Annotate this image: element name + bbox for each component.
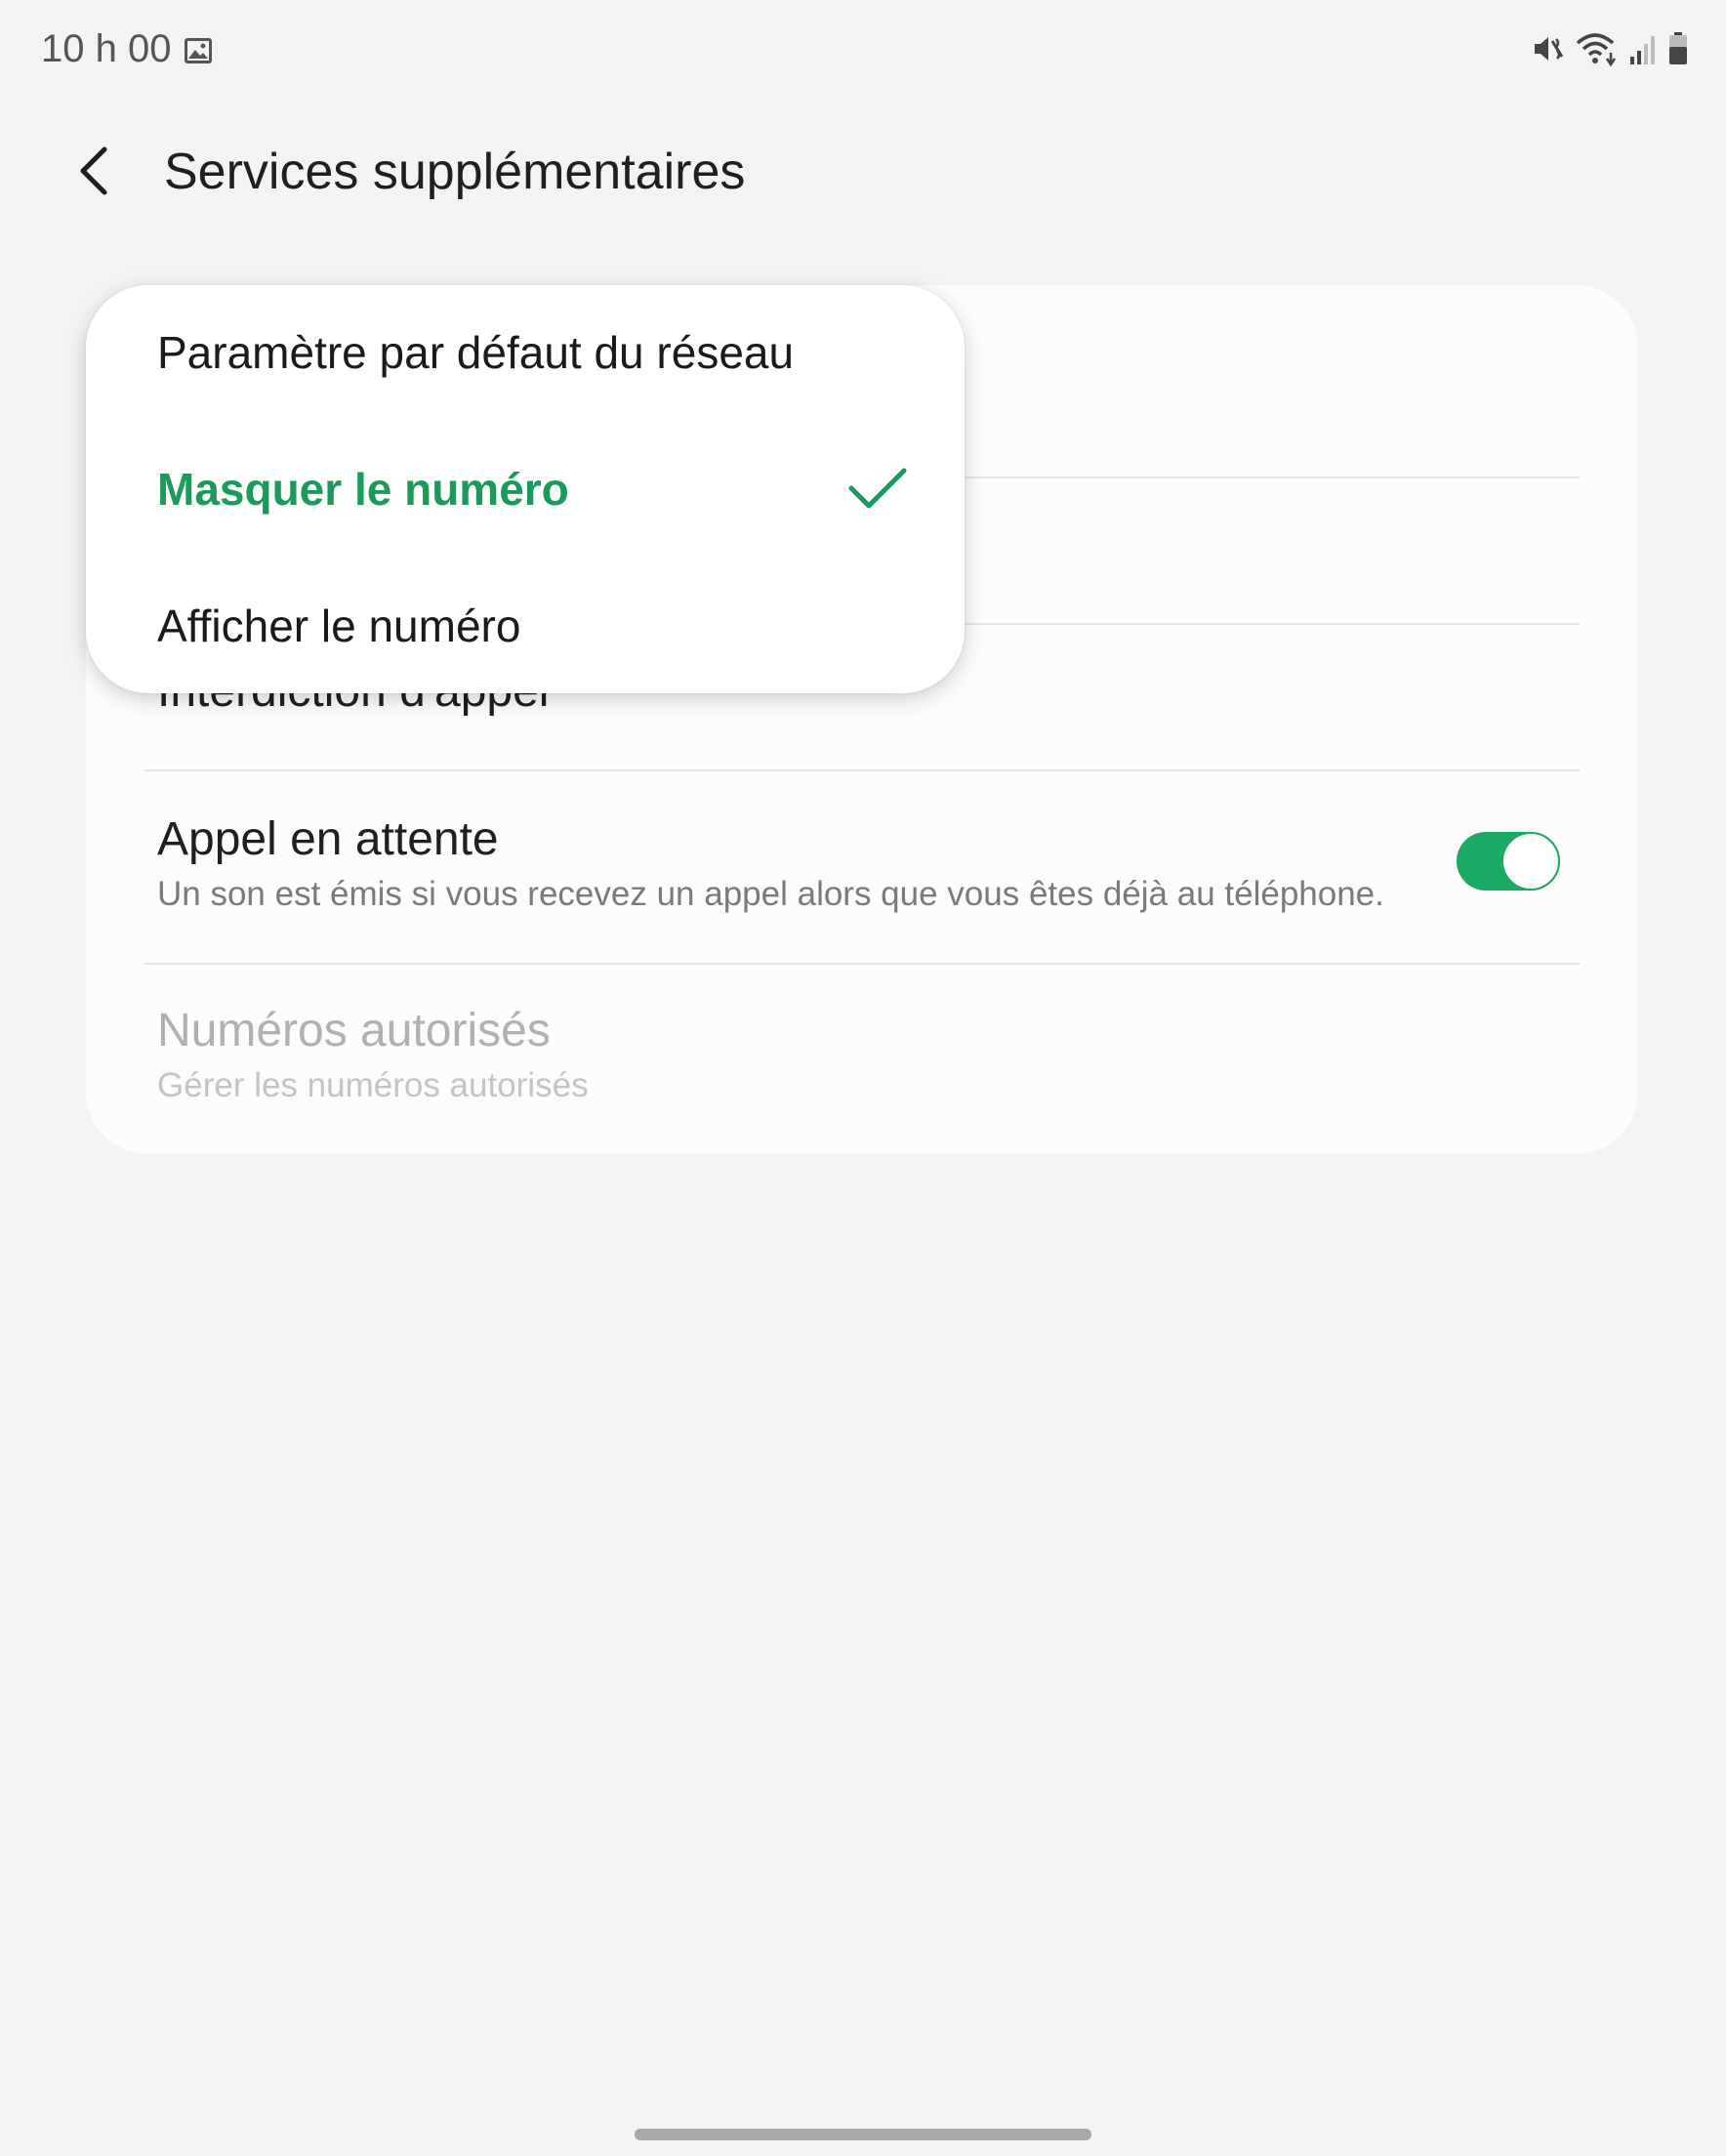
signal-icon xyxy=(1630,36,1655,64)
menu-item-label: Masquer le numéro xyxy=(157,464,569,515)
app-bar: Services supplémentaires xyxy=(0,117,1726,225)
home-indicator[interactable] xyxy=(635,2129,1091,2140)
mute-vibrate-icon xyxy=(1535,37,1564,61)
back-button[interactable] xyxy=(59,137,127,205)
call-waiting-toggle[interactable] xyxy=(1457,832,1560,891)
page-title: Services supplémentaires xyxy=(164,144,746,200)
row-title: Appel en attente xyxy=(157,813,499,865)
caller-id-popup-menu: Paramètre par défaut du réseau Masquer l… xyxy=(86,285,965,693)
row-fixed-dialing[interactable]: Numéros autorisés Gérer les numéros auto… xyxy=(86,965,1638,1154)
toggle-knob xyxy=(1501,832,1560,891)
menu-item-network-default[interactable]: Paramètre par défaut du réseau xyxy=(86,285,965,422)
menu-item-label: Paramètre par défaut du réseau xyxy=(157,327,795,378)
row-subtitle: Gérer les numéros autorisés xyxy=(157,1066,589,1104)
check-icon xyxy=(848,468,907,509)
gallery-icon xyxy=(185,38,212,63)
battery-icon xyxy=(1669,32,1687,64)
status-time: 10 h 00 xyxy=(41,27,172,70)
menu-item-hide-number[interactable]: Masquer le numéro xyxy=(86,422,965,559)
status-icons xyxy=(1531,29,1689,68)
status-bar: 10 h 00 xyxy=(0,0,1726,104)
row-subtitle: Un son est émis si vous recevez un appel… xyxy=(157,875,1384,913)
row-title: Numéros autorisés xyxy=(157,1005,551,1057)
chevron-left-icon xyxy=(80,146,107,195)
menu-item-label: Afficher le numéro xyxy=(157,601,521,651)
menu-item-show-number[interactable]: Afficher le numéro xyxy=(86,559,965,693)
row-call-waiting[interactable]: Appel en attente Un son est émis si vous… xyxy=(86,771,1638,963)
wifi-icon xyxy=(1576,33,1617,66)
